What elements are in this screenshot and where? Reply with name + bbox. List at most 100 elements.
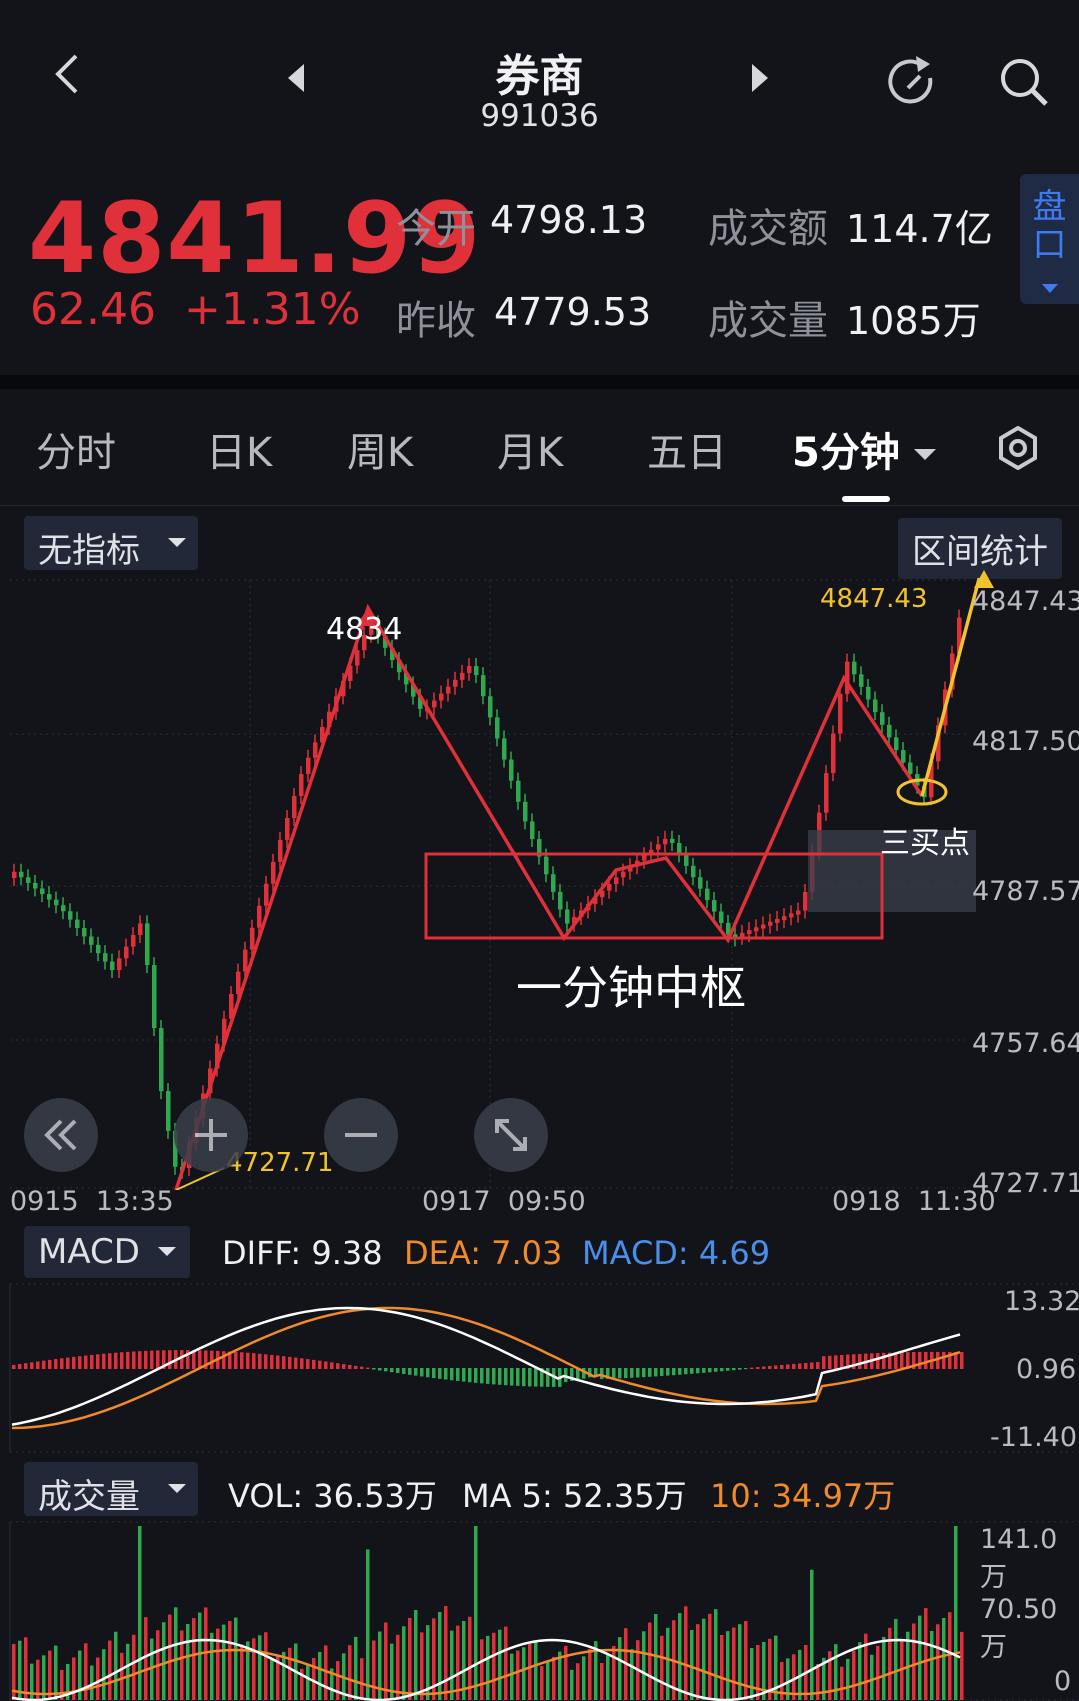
center-annotation: 一分钟中枢 bbox=[516, 961, 746, 1015]
volume-bar bbox=[486, 1635, 490, 1700]
candle-body bbox=[838, 693, 843, 734]
candle-body bbox=[257, 905, 262, 928]
tab-5min[interactable]: 5分钟 bbox=[792, 420, 936, 478]
candle-body bbox=[495, 717, 500, 739]
amount-value: 114.7亿 bbox=[846, 207, 993, 251]
candle-body bbox=[691, 865, 696, 878]
volume-bar bbox=[918, 1615, 922, 1700]
volume-vol: VOL: 36.53万 bbox=[228, 1477, 437, 1515]
volume-bar bbox=[306, 1663, 310, 1700]
fullscreen-button[interactable] bbox=[474, 1098, 548, 1172]
candle-body bbox=[460, 672, 465, 680]
volume-bar bbox=[642, 1631, 646, 1700]
zoom-in-button[interactable] bbox=[174, 1098, 248, 1172]
pankou-button[interactable]: 盘口 bbox=[1020, 174, 1079, 304]
volume-value: 1085万 bbox=[846, 299, 981, 343]
macd-bar bbox=[330, 1362, 334, 1369]
refresh-icon[interactable] bbox=[884, 54, 940, 114]
volume-bar bbox=[882, 1636, 886, 1700]
macd-bar bbox=[48, 1359, 52, 1369]
macd-bar bbox=[126, 1351, 130, 1369]
macd-bar bbox=[876, 1353, 880, 1369]
volume-bar bbox=[516, 1650, 520, 1700]
volume-bar bbox=[528, 1643, 532, 1700]
volume-bar bbox=[138, 1526, 142, 1700]
macd-bar bbox=[480, 1368, 484, 1384]
candle-body bbox=[292, 796, 297, 818]
volume-bar bbox=[444, 1606, 448, 1700]
volume-bar bbox=[858, 1642, 862, 1700]
macd-bar bbox=[516, 1368, 520, 1386]
volume-bar bbox=[570, 1669, 574, 1700]
candle-body bbox=[782, 916, 787, 921]
macd-select[interactable]: MACD bbox=[24, 1226, 190, 1278]
volume-bar bbox=[228, 1620, 232, 1700]
volume-bar bbox=[888, 1627, 892, 1700]
candle-body bbox=[26, 877, 31, 883]
macd-bar bbox=[42, 1360, 46, 1369]
macd-bar bbox=[822, 1356, 826, 1369]
volume-bar bbox=[714, 1609, 718, 1700]
volume-bar bbox=[612, 1645, 616, 1700]
macd-bar bbox=[726, 1368, 730, 1371]
macd-bar bbox=[324, 1361, 328, 1369]
indicator-select[interactable]: 无指标 bbox=[24, 516, 198, 571]
volume-chart bbox=[9, 1521, 1079, 1701]
candle-body bbox=[152, 965, 157, 1029]
search-icon[interactable] bbox=[996, 54, 1052, 114]
macd-bar bbox=[120, 1352, 124, 1369]
caret-down-icon bbox=[168, 538, 186, 547]
candle-body bbox=[96, 944, 101, 954]
volume-bar bbox=[264, 1632, 268, 1700]
expand-icon bbox=[495, 1119, 527, 1151]
zoom-out-button[interactable] bbox=[324, 1098, 398, 1172]
candle-body bbox=[775, 918, 780, 923]
tab-weekly[interactable]: 周K bbox=[347, 420, 413, 478]
candle-body bbox=[355, 650, 360, 666]
candlestick-chart[interactable] bbox=[0, 578, 1079, 1190]
macd-bar bbox=[306, 1359, 310, 1369]
candle-body bbox=[474, 666, 479, 676]
change-percent: +1.31% bbox=[183, 284, 361, 335]
macd-bar bbox=[660, 1368, 664, 1377]
next-stock-icon[interactable] bbox=[750, 62, 770, 98]
macd-bar bbox=[78, 1356, 82, 1369]
candle-body bbox=[908, 762, 913, 775]
volume-bar bbox=[102, 1649, 106, 1700]
macd-bar bbox=[180, 1350, 184, 1369]
candle-body bbox=[852, 661, 857, 675]
volume-bar bbox=[96, 1657, 100, 1700]
candle-body bbox=[684, 854, 689, 866]
scroll-left-button[interactable] bbox=[24, 1098, 98, 1172]
volume-bar bbox=[702, 1618, 706, 1700]
macd-bar bbox=[720, 1368, 724, 1372]
tab-monthly[interactable]: 月K bbox=[497, 420, 563, 478]
volume-bar bbox=[180, 1630, 184, 1700]
tab-intraday[interactable]: 分时 bbox=[36, 420, 116, 478]
volume-select[interactable]: 成交量 bbox=[24, 1462, 198, 1517]
volume-bar bbox=[192, 1618, 196, 1700]
volume-bar bbox=[240, 1644, 244, 1700]
macd-bar bbox=[468, 1368, 472, 1383]
tab-daily[interactable]: 日K bbox=[206, 420, 272, 478]
candle-body bbox=[138, 923, 143, 936]
tab-5min-label: 5分钟 bbox=[792, 430, 900, 476]
tab-five-day[interactable]: 五日 bbox=[647, 420, 727, 478]
macd-bar bbox=[36, 1361, 40, 1369]
candle-body bbox=[278, 839, 283, 862]
volume-bar bbox=[372, 1640, 376, 1700]
macd-bar bbox=[54, 1359, 58, 1369]
candle-body bbox=[285, 817, 290, 840]
volume-bar bbox=[732, 1627, 736, 1700]
macd-bar bbox=[390, 1368, 394, 1373]
macd-bar bbox=[168, 1350, 172, 1369]
volume-bar bbox=[252, 1638, 256, 1700]
volume-bar bbox=[114, 1631, 118, 1700]
macd-bar bbox=[624, 1368, 628, 1379]
macd-bar bbox=[12, 1364, 16, 1369]
macd-bar bbox=[114, 1352, 118, 1369]
settings-icon[interactable] bbox=[996, 425, 1040, 474]
volume-bar bbox=[258, 1635, 262, 1700]
volume-bar bbox=[438, 1612, 442, 1700]
macd-bar bbox=[678, 1368, 682, 1375]
